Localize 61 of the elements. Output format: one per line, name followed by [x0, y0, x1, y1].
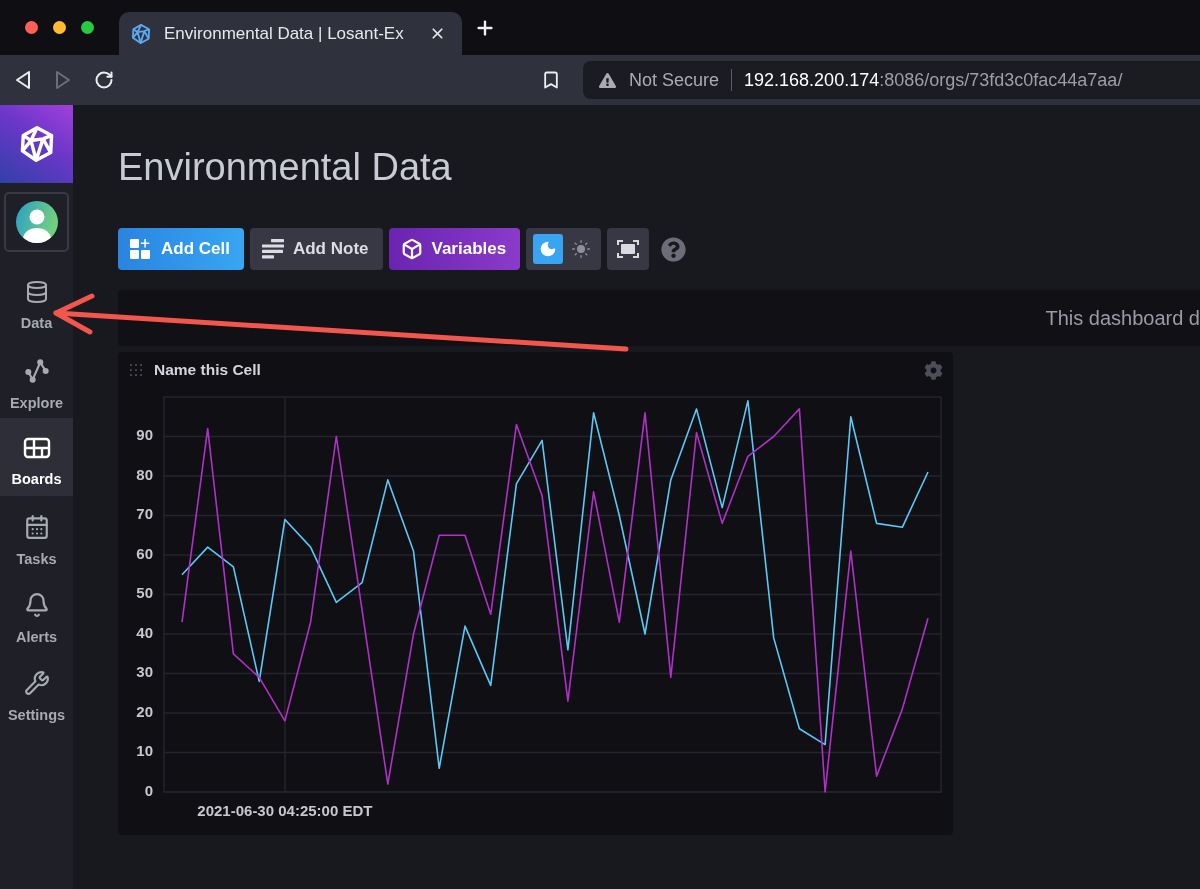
nav-item[interactable]: Explore — [0, 340, 73, 418]
nav-item[interactable]: Tasks — [0, 496, 73, 574]
nav-item[interactable]: Data — [0, 262, 73, 340]
axis-tick-label: 2021-06-30 04:25:00 EDT — [197, 801, 373, 819]
axis-tick-label: 0 — [144, 781, 153, 799]
logo-icon — [18, 126, 55, 162]
avatar-icon — [15, 201, 58, 243]
database-icon — [24, 280, 49, 304]
graph-icon — [23, 358, 50, 384]
text-lines-icon — [261, 239, 284, 259]
cell-title: Name this Cell — [154, 361, 261, 379]
reload-button[interactable] — [94, 70, 114, 90]
cube-icon — [400, 238, 423, 260]
logo-icon — [131, 23, 151, 44]
page-title: Environmental Data — [118, 145, 452, 189]
drag-handle-icon[interactable] — [130, 364, 142, 376]
reload-icon — [94, 70, 114, 90]
banner-text: This dashboard d — [1045, 306, 1200, 330]
forward-icon — [54, 70, 72, 90]
add-grid-icon — [130, 238, 152, 260]
nav-item[interactable]: Alerts — [0, 574, 73, 652]
back-button[interactable] — [14, 70, 32, 90]
window-control-dot[interactable] — [25, 21, 38, 34]
warning-icon — [599, 71, 616, 89]
settings-icon — [924, 360, 943, 380]
sun-icon — [571, 239, 592, 259]
help-button[interactable] — [661, 236, 687, 262]
security-label: Not Secure — [629, 69, 720, 91]
url-text: 192.168.200.174:8086/orgs/73fd3c0fac44a7aa/ — [744, 69, 1123, 91]
fullscreen-icon — [617, 240, 640, 258]
axis-tick-label: 60 — [136, 544, 153, 562]
axis-tick-label: 80 — [136, 465, 153, 483]
theme-toggle-button[interactable] — [533, 234, 564, 264]
moon-icon — [539, 240, 558, 258]
close-icon[interactable] — [429, 25, 446, 42]
bookmark-button[interactable] — [541, 70, 561, 90]
axis-tick-label: 20 — [136, 702, 153, 720]
axis-tick-label: 50 — [136, 584, 153, 602]
add-note-button[interactable]: Add Note — [249, 228, 383, 270]
help-icon — [661, 236, 687, 262]
grid-icon — [22, 436, 51, 460]
bell-icon — [23, 592, 50, 618]
nav-item[interactable]: Settings — [0, 652, 73, 730]
axis-tick-label: 30 — [136, 663, 153, 681]
bookmark-icon — [541, 70, 561, 90]
address-bar[interactable]: Not Secure 192.168.200.174:8086/orgs/73fd3c0fac44a7aa/ — [583, 61, 1200, 99]
window-control-dot[interactable] — [81, 21, 94, 34]
window-control-dot[interactable] — [53, 21, 66, 34]
axis-tick-label: 90 — [136, 426, 153, 444]
logo-tile[interactable] — [0, 105, 73, 183]
axis-tick-label: 40 — [136, 623, 153, 641]
wrench-icon — [23, 670, 50, 696]
browser-tab[interactable]: Environmental Data | Losant-Ex — [119, 12, 462, 55]
nav-item[interactable]: Boards — [0, 418, 73, 496]
calendar-icon — [23, 514, 50, 540]
back-icon — [14, 70, 32, 90]
fullscreen-button[interactable] — [607, 228, 650, 270]
axis-tick-label: 70 — [136, 505, 153, 523]
avatar-button[interactable] — [4, 192, 69, 252]
variables-button[interactable]: Variables — [388, 228, 521, 270]
axis-tick-label: 10 — [136, 742, 153, 760]
